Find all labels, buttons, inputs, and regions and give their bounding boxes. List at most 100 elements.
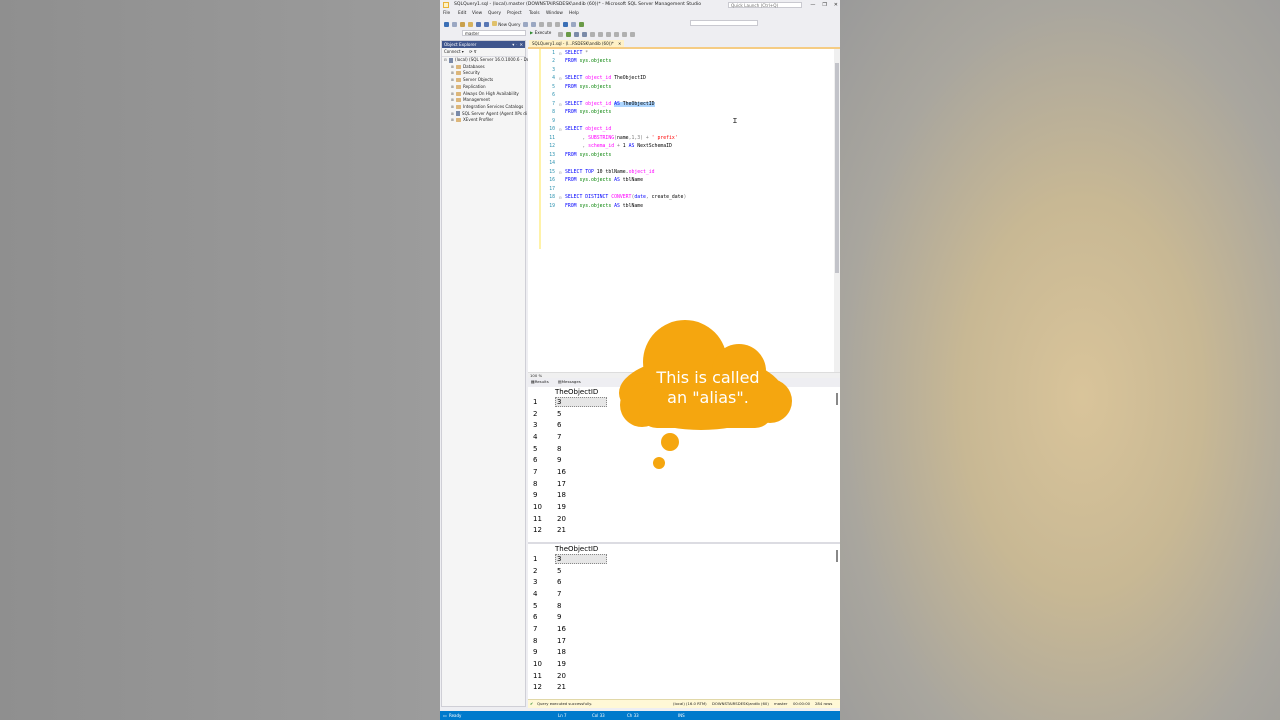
table-row[interactable]: 25 bbox=[528, 566, 728, 578]
tree-node[interactable]: ⊞ Security bbox=[451, 70, 480, 76]
table-row[interactable]: 11 20 bbox=[528, 671, 728, 683]
table-row[interactable]: 69 bbox=[528, 612, 728, 624]
selected-cell[interactable] bbox=[555, 554, 607, 564]
code-line: 2 FROM sys.objects bbox=[528, 58, 828, 67]
save-all-icon[interactable] bbox=[484, 21, 489, 27]
mdx-query-icon[interactable] bbox=[531, 21, 537, 27]
menu-view[interactable]: View bbox=[472, 10, 482, 18]
toolbar: New Query master ▶ Execute bbox=[440, 18, 840, 38]
tree-node[interactable]: ⊞ XEvent Profiler bbox=[451, 117, 493, 123]
query-designer-icon[interactable] bbox=[582, 31, 587, 37]
line-number: 17 bbox=[549, 186, 555, 192]
copy-icon[interactable] bbox=[547, 21, 553, 27]
tree-node[interactable]: ⊞ SQL Server Agent (Agent XPs di bbox=[451, 111, 527, 117]
outline-collapse-icon[interactable]: ⊟ bbox=[559, 194, 561, 203]
parse-icon[interactable] bbox=[566, 31, 571, 37]
forward-icon[interactable] bbox=[452, 21, 457, 27]
grid-scrollbar[interactable] bbox=[836, 550, 838, 562]
table-row[interactable]: 13 bbox=[528, 554, 728, 566]
table-row[interactable]: 8 17 bbox=[528, 636, 728, 648]
execute-button[interactable]: ▶ Execute bbox=[530, 30, 551, 36]
minimize-button[interactable]: — bbox=[810, 0, 815, 10]
results-to-text-icon[interactable] bbox=[590, 31, 595, 37]
tab-sqlquery1[interactable]: SQLQuery1.sql - (l...RSDESK\andib (60))*… bbox=[529, 40, 625, 47]
close-button[interactable]: ✕ bbox=[834, 0, 838, 10]
tree-node[interactable]: ⊞ Server Objects bbox=[451, 77, 493, 83]
start-debug-icon[interactable] bbox=[579, 21, 585, 27]
menu-query[interactable]: Query bbox=[488, 10, 501, 18]
save-icon[interactable] bbox=[476, 21, 481, 27]
menu-window[interactable]: Window bbox=[546, 10, 563, 18]
filter-icon[interactable]: ⊽ bbox=[474, 49, 477, 54]
tab-messages[interactable]: ▤ Messages bbox=[558, 378, 581, 386]
tree-node[interactable]: ⊞ Always On High Availability bbox=[451, 91, 519, 97]
menu-file[interactable]: File bbox=[443, 10, 450, 18]
table-row[interactable]: 12 21 bbox=[528, 682, 728, 694]
code-text: FROM sys.objects bbox=[565, 109, 611, 118]
tree-node[interactable]: ⊞ Management bbox=[451, 97, 490, 103]
editor-vertical-scrollbar[interactable] bbox=[834, 49, 840, 372]
open-file-icon[interactable] bbox=[468, 21, 473, 27]
table-row[interactable]: 7 16 bbox=[528, 624, 728, 636]
panel-pin-controls[interactable]: ▾ ᛫ ✕ bbox=[512, 41, 523, 48]
redo-icon[interactable] bbox=[571, 21, 577, 27]
restore-button[interactable]: ❐ bbox=[822, 0, 826, 10]
table-row[interactable]: 36 bbox=[528, 577, 728, 589]
table-row[interactable]: 58 bbox=[528, 601, 728, 613]
column-header[interactable]: TheObjectID bbox=[555, 388, 598, 396]
comment-icon[interactable] bbox=[606, 31, 611, 37]
table-row[interactable]: 11 20 bbox=[528, 514, 728, 526]
results-to-grid-icon[interactable] bbox=[598, 31, 603, 37]
available-databases-select[interactable]: master bbox=[462, 30, 526, 36]
editor-scroll-thumb[interactable] bbox=[835, 63, 839, 273]
menu-edit[interactable]: Edit bbox=[458, 10, 466, 18]
paste-icon[interactable] bbox=[555, 21, 561, 27]
cut-icon[interactable] bbox=[539, 21, 545, 27]
menu-tools[interactable]: Tools bbox=[529, 10, 540, 18]
table-row[interactable]: 10 19 bbox=[528, 502, 728, 514]
row-number: 9 bbox=[533, 491, 538, 500]
table-row[interactable]: 47 bbox=[528, 589, 728, 601]
back-icon[interactable] bbox=[444, 21, 449, 27]
table-row[interactable]: 10 19 bbox=[528, 659, 728, 671]
table-row[interactable]: 12 21 bbox=[528, 525, 728, 537]
outline-collapse-icon[interactable]: ⊟ bbox=[559, 101, 561, 110]
menu-project[interactable]: Project bbox=[507, 10, 522, 18]
decrease-indent-icon[interactable] bbox=[622, 31, 627, 37]
grid-scrollbar[interactable] bbox=[836, 393, 838, 405]
output-window-icon[interactable]: ▭ bbox=[443, 711, 447, 720]
code-text: SELECT DISTINCT CONVERT(date, create_dat… bbox=[565, 194, 686, 203]
tree-node[interactable]: ⊞ Replication bbox=[451, 84, 486, 90]
outline-collapse-icon[interactable]: ⊟ bbox=[559, 50, 561, 59]
tab-close-icon[interactable]: ✕ bbox=[618, 41, 621, 46]
code-text: FROM sys.objects AS tblName bbox=[565, 203, 643, 212]
search-combo[interactable] bbox=[690, 20, 758, 26]
refresh-icon[interactable]: ⟳ bbox=[469, 49, 472, 54]
tree-node[interactable]: ⊟ (local) (SQL Server 16.0.1000.6 - Downs… bbox=[444, 57, 541, 63]
column-header[interactable]: TheObjectID bbox=[555, 545, 598, 553]
table-row[interactable]: 8 17 bbox=[528, 479, 728, 491]
table-row[interactable]: 9 18 bbox=[528, 647, 728, 659]
tree-node[interactable]: ⊞ Databases bbox=[451, 64, 485, 70]
outline-collapse-icon[interactable]: ⊟ bbox=[559, 169, 561, 178]
database-engine-query-icon[interactable] bbox=[523, 21, 529, 27]
uncomment-icon[interactable] bbox=[614, 31, 619, 37]
results-grid-2[interactable]: TheObjectID 1 3 2 5 3 6 4 7 5 8 6 9 7 16 8 17 9 18 10 19 11 20… bbox=[528, 544, 840, 699]
selected-cell[interactable] bbox=[555, 397, 607, 407]
connect-button[interactable]: Connect ▾ bbox=[444, 49, 464, 54]
tab-results[interactable]: ▦ Results bbox=[531, 378, 549, 386]
new-query-button[interactable]: New Query bbox=[492, 21, 520, 27]
undo-icon[interactable] bbox=[563, 21, 569, 27]
quick-launch-input[interactable]: Quick Launch (Ctrl+Q) bbox=[728, 2, 802, 8]
code-token: NextSchemaID bbox=[634, 144, 672, 150]
display-plan-icon[interactable] bbox=[574, 31, 579, 37]
outline-collapse-icon[interactable]: ⊟ bbox=[559, 126, 561, 135]
new-project-icon[interactable] bbox=[460, 21, 465, 27]
row-number: 7 bbox=[533, 467, 538, 476]
tree-node[interactable]: ⊞ Integration Services Catalogs bbox=[451, 104, 523, 110]
stop-icon[interactable] bbox=[558, 31, 563, 37]
increase-indent-icon[interactable] bbox=[630, 31, 635, 37]
table-row[interactable]: 9 18 bbox=[528, 490, 728, 502]
outline-collapse-icon[interactable]: ⊟ bbox=[559, 75, 561, 84]
menu-help[interactable]: Help bbox=[569, 10, 579, 18]
